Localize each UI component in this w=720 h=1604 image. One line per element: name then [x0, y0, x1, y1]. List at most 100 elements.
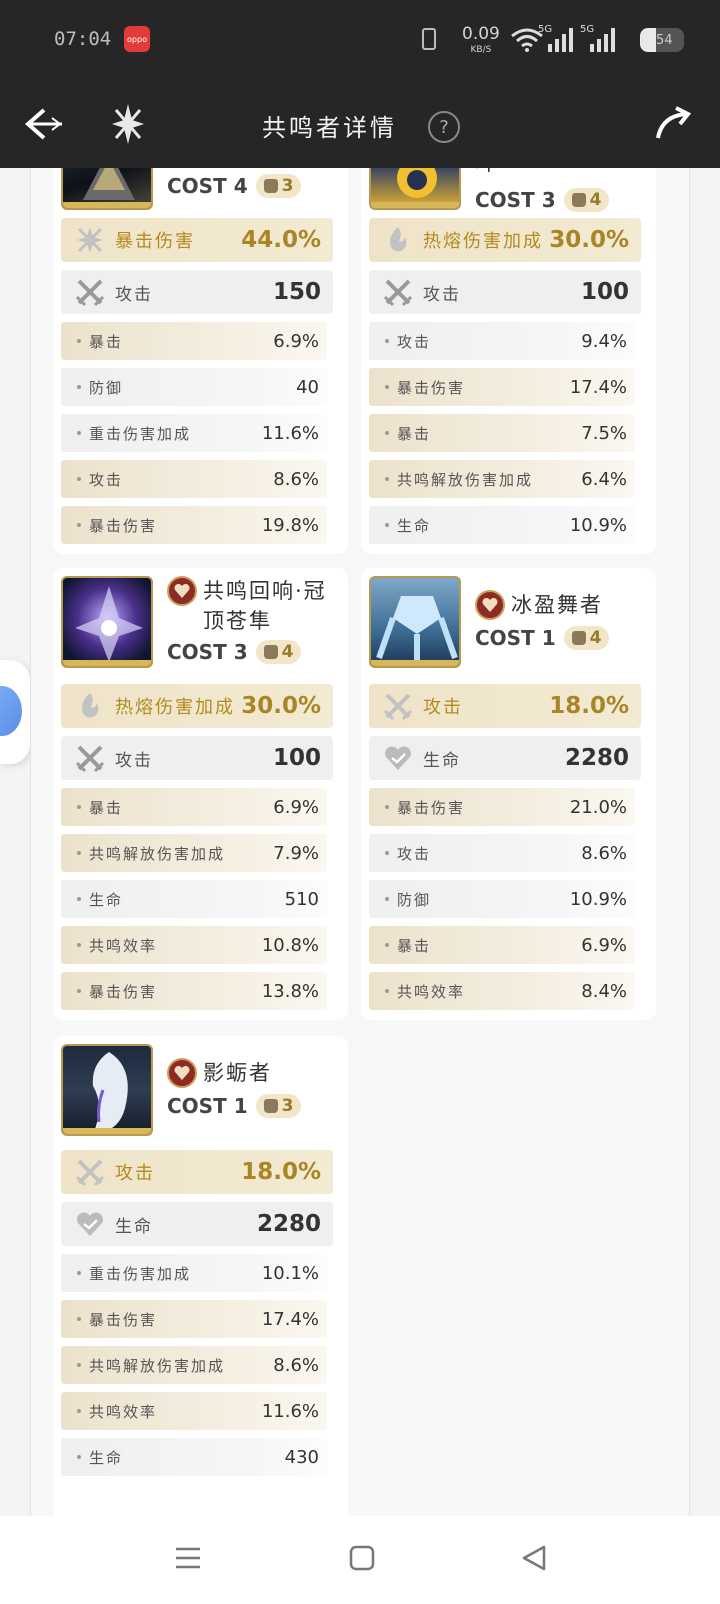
heart-icon — [381, 741, 415, 775]
main-stat-value: 30.0% — [241, 693, 321, 719]
echo-portrait — [61, 576, 153, 668]
app-notification-icon: oppo — [124, 26, 150, 52]
substat-label: 重击伤害加成 — [89, 1264, 192, 1283]
echo-card: 共鸣回响·冠顶苍隼 COST 3 4 热熔伤害加成 30.0% 攻击 100 暴… — [53, 568, 348, 1020]
secondary-stat-value: 150 — [272, 279, 321, 305]
main-stat-label: 热熔伤害加成 — [423, 231, 543, 252]
substat-value: 6.4% — [581, 468, 627, 490]
substat-label: 共鸣解放伤害加成 — [89, 844, 226, 863]
main-stat-label: 暴击伤害 — [115, 231, 195, 252]
substat-label: 防御 — [89, 378, 124, 397]
echo-name: 共鸣回响·冠顶苍隼 — [203, 579, 327, 633]
substat-label: 生命 — [89, 1448, 124, 1467]
substat-label: 暴击伤害 — [397, 378, 466, 397]
signal-label-1: 5G — [538, 24, 553, 35]
main-stat: 攻击 18.0% — [369, 684, 641, 728]
substat-row: 生命 510 — [61, 880, 327, 918]
substat-value: 8.6% — [273, 468, 319, 490]
crossed-swords-icon — [73, 1155, 107, 1189]
echo-card: 叶 COST 3 4 热熔伤害加成 30.0% 攻击 100 攻击 9.4% 暴击… — [361, 168, 656, 554]
substat-value: 13.8% — [261, 980, 319, 1002]
crossed-swords-icon — [381, 275, 415, 309]
substat-label: 共鸣效率 — [397, 982, 466, 1001]
substat-row: 重击伤害加成 11.6% — [61, 414, 327, 452]
substat-row: 共鸣解放伤害加成 7.9% — [61, 834, 327, 872]
secondary-stat-value: 2280 — [564, 745, 629, 771]
echo-cost-row: COST 1 4 — [475, 626, 610, 650]
echo-cost: COST 3 — [475, 188, 556, 212]
substat-label: 攻击 — [397, 332, 432, 351]
substat-row: 暴击 7.5% — [369, 414, 635, 452]
secondary-main-stat: 生命 2280 — [369, 736, 641, 780]
vibrate-icon — [422, 28, 436, 50]
main-stat-label: 攻击 — [115, 1163, 155, 1184]
secondary-stat-label: 攻击 — [423, 284, 461, 305]
substat-row: 生命 10.9% — [369, 506, 635, 544]
substat-row: 共鸣效率 11.6% — [61, 1392, 327, 1430]
rank-badge: 3 — [255, 1094, 302, 1118]
substat-label: 共鸣效率 — [89, 936, 158, 955]
substat-value: 17.4% — [569, 376, 627, 398]
echo-cost-row: COST 3 4 — [475, 188, 610, 212]
substat-value: 6.9% — [273, 796, 319, 818]
game-logo-icon[interactable] — [110, 102, 146, 146]
net-speed-value: 0.09 — [462, 24, 500, 44]
main-stat: 热熔伤害加成 30.0% — [61, 684, 333, 728]
echo-name: 影蛎者 — [203, 1061, 272, 1085]
share-arrow-icon[interactable] — [656, 106, 692, 140]
sonata-set-icon — [475, 590, 505, 620]
substat-label: 共鸣效率 — [89, 1402, 158, 1421]
sonata-set-icon — [167, 1058, 197, 1088]
rank-value: 4 — [589, 628, 602, 648]
home-icon[interactable] — [348, 1544, 376, 1572]
substat-row: 暴击伤害 17.4% — [369, 368, 635, 406]
fusion-flame-icon — [73, 689, 107, 723]
echo-card: 冰盈舞者 COST 1 4 攻击 18.0% 生命 2280 暴击伤害 21.0%… — [361, 568, 656, 1020]
signal-label-2: 5G — [580, 24, 595, 35]
substat-label: 暴击伤害 — [89, 1310, 158, 1329]
substat-value: 21.0% — [569, 796, 627, 818]
echo-name: 冰盈舞者 — [511, 593, 603, 617]
rank-value: 4 — [281, 642, 294, 662]
substat-value: 8.4% — [581, 980, 627, 1002]
echo-list[interactable]: COST 4 3 暴击伤害 44.0% 攻击 150 暴击 6.9% 防御 40 重… — [30, 168, 690, 1516]
main-stat-value: 18.0% — [241, 1159, 321, 1185]
sonata-set-icon — [167, 576, 197, 606]
secondary-stat-label: 生命 — [115, 1216, 153, 1237]
substat-value: 8.6% — [273, 1354, 319, 1376]
main-stat: 暴击伤害 44.0% — [61, 218, 333, 262]
echo-cost-row: COST 4 3 — [167, 174, 302, 198]
substat-row: 暴击伤害 13.8% — [61, 972, 327, 1010]
substat-label: 暴击 — [397, 936, 432, 955]
rank-badge: 4 — [563, 188, 610, 212]
menu-icon[interactable] — [174, 1544, 202, 1572]
echo-name-row: 影蛎者 — [167, 1058, 272, 1088]
floating-assistant-button[interactable] — [0, 660, 30, 764]
main-stat-label: 攻击 — [423, 697, 463, 718]
substat-row: 共鸣解放伤害加成 8.6% — [61, 1346, 327, 1384]
back-arrow-icon[interactable] — [24, 106, 64, 142]
substat-label: 暴击 — [89, 798, 124, 817]
crossed-swords-icon — [381, 689, 415, 723]
substat-label: 暴击伤害 — [89, 516, 158, 535]
echo-cost: COST 1 — [167, 1094, 248, 1118]
substat-value: 17.4% — [261, 1308, 319, 1330]
echo-portrait — [369, 576, 461, 668]
help-circle-icon[interactable]: ? — [428, 111, 460, 143]
substat-row: 生命 430 — [61, 1438, 327, 1476]
substat-label: 攻击 — [89, 470, 124, 489]
back-triangle-icon[interactable] — [520, 1544, 548, 1572]
substat-row: 防御 10.9% — [369, 880, 635, 918]
secondary-stat-value: 2280 — [256, 1211, 321, 1237]
substat-value: 11.6% — [261, 1400, 319, 1422]
heart-icon — [73, 1207, 107, 1241]
secondary-stat-label: 攻击 — [115, 750, 153, 771]
substat-row: 共鸣效率 8.4% — [369, 972, 635, 1010]
secondary-stat-label: 生命 — [423, 750, 461, 771]
substat-row: 攻击 9.4% — [369, 322, 635, 360]
substat-value: 10.1% — [261, 1262, 319, 1284]
thumbs-up-icon — [263, 179, 278, 193]
fusion-flame-icon — [381, 223, 415, 257]
secondary-main-stat: 攻击 100 — [369, 270, 641, 314]
substat-row: 暴击 6.9% — [61, 788, 327, 826]
